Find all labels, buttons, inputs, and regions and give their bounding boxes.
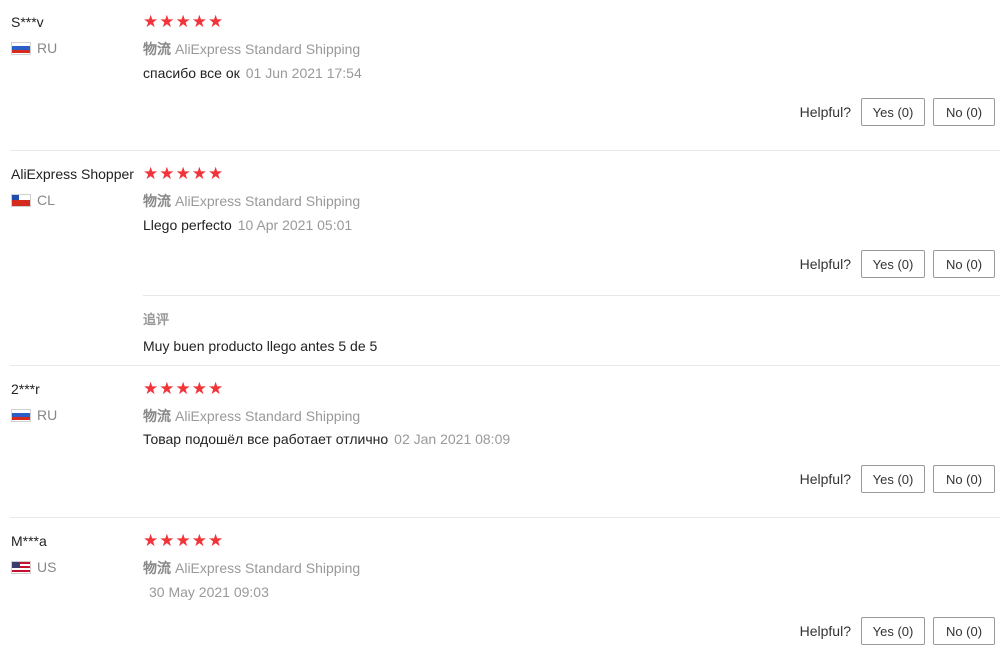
star-icon: ★ — [159, 379, 175, 399]
country-code: RU — [37, 407, 58, 423]
country-code: RU — [37, 40, 58, 56]
chile-flag-icon — [11, 193, 31, 207]
reviewer-name: 2***r — [11, 381, 40, 397]
shipping-method: AliExpress Standard Shipping — [175, 408, 361, 424]
helpful-label: Helpful? — [799, 623, 851, 639]
reviewer-name: M***a — [11, 533, 47, 549]
star-icon: ★ — [159, 12, 175, 32]
star-icon: ★ — [143, 531, 159, 551]
reviewer-name: S***v — [11, 14, 44, 30]
star-icon: ★ — [143, 12, 159, 32]
no-button[interactable]: No (0) — [933, 250, 995, 278]
review-text: Товар подошёл все работает отлично — [143, 431, 389, 447]
review-date: 30 May 2021 09:03 — [149, 584, 269, 600]
shipping-method: AliExpress Standard Shipping — [175, 560, 361, 576]
star-icon: ★ — [175, 164, 191, 184]
helpful-label: Helpful? — [799, 104, 851, 120]
review-date: 01 Jun 2021 17:54 — [245, 65, 362, 81]
star-icon: ★ — [159, 164, 175, 184]
review-text: Llego perfecto — [143, 217, 232, 233]
followup-label: 追评 — [143, 312, 170, 327]
review-content: 30 May 2021 09:03 — [143, 584, 269, 600]
shipping-info: 物流 AliExpress Standard Shipping — [143, 558, 360, 578]
shipping-label: 物流 — [143, 193, 171, 209]
shipping-info: 物流 AliExpress Standard Shipping — [143, 191, 360, 211]
star-rating: ★ ★ ★ ★ ★ — [143, 533, 223, 550]
shipping-label: 物流 — [143, 408, 171, 424]
review-divider — [10, 517, 1000, 518]
star-icon: ★ — [208, 531, 224, 551]
star-icon: ★ — [191, 379, 207, 399]
shipping-info: 物流 AliExpress Standard Shipping — [143, 406, 360, 426]
star-rating: ★ ★ ★ ★ ★ — [143, 166, 223, 183]
review-date: 02 Jan 2021 08:09 — [394, 431, 511, 447]
yes-button[interactable]: Yes (0) — [861, 250, 925, 278]
reviewer-country: US — [11, 559, 56, 575]
no-button[interactable]: No (0) — [933, 465, 995, 493]
review-content: Товар подошёл все работает отлично 02 Jan… — [143, 431, 510, 447]
review-divider — [10, 150, 1000, 151]
no-button[interactable]: No (0) — [933, 98, 995, 126]
star-rating: ★ ★ ★ ★ ★ — [143, 381, 223, 398]
helpful-label: Helpful? — [799, 471, 851, 487]
review-text: спасибо все ок — [143, 65, 240, 81]
review-content: спасибо все ок 01 Jun 2021 17:54 — [143, 65, 362, 81]
star-icon: ★ — [143, 164, 159, 184]
yes-button[interactable]: Yes (0) — [861, 617, 925, 645]
star-icon: ★ — [175, 379, 191, 399]
star-rating: ★ ★ ★ ★ ★ — [143, 14, 223, 31]
star-icon: ★ — [208, 12, 224, 32]
star-icon: ★ — [159, 531, 175, 551]
no-button[interactable]: No (0) — [933, 617, 995, 645]
russia-flag-icon — [11, 408, 31, 422]
helpful-votes: Helpful? Yes (0) No (0) — [800, 98, 995, 126]
helpful-label: Helpful? — [799, 256, 851, 272]
star-icon: ★ — [175, 12, 191, 32]
helpful-votes: Helpful? Yes (0) No (0) — [800, 250, 995, 278]
shipping-method: AliExpress Standard Shipping — [175, 41, 361, 57]
reviewer-country: RU — [11, 407, 57, 423]
star-icon: ★ — [175, 531, 191, 551]
country-code: US — [37, 559, 57, 575]
helpful-votes: Helpful? Yes (0) No (0) — [800, 465, 995, 493]
followup-text: Muy buen producto llego antes 5 de 5 — [143, 338, 378, 354]
star-icon: ★ — [143, 379, 159, 399]
us-flag-icon — [11, 560, 31, 574]
star-icon: ★ — [208, 164, 224, 184]
star-icon: ★ — [191, 531, 207, 551]
shipping-info: 物流 AliExpress Standard Shipping — [143, 39, 360, 59]
reviewer-name: AliExpress Shopper — [11, 166, 134, 182]
shipping-method: AliExpress Standard Shipping — [175, 193, 361, 209]
review-content: Llego perfecto 10 Apr 2021 05:01 — [143, 217, 352, 233]
review-divider — [10, 365, 1000, 366]
reviewer-country: RU — [11, 40, 57, 56]
country-code: CL — [37, 192, 55, 208]
helpful-votes: Helpful? Yes (0) No (0) — [800, 617, 995, 645]
reviewer-country: CL — [11, 192, 55, 208]
shipping-label: 物流 — [143, 560, 171, 576]
shipping-label: 物流 — [143, 41, 171, 57]
russia-flag-icon — [11, 41, 31, 55]
yes-button[interactable]: Yes (0) — [861, 465, 925, 493]
star-icon: ★ — [191, 164, 207, 184]
yes-button[interactable]: Yes (0) — [861, 98, 925, 126]
star-icon: ★ — [208, 379, 224, 399]
followup-divider — [143, 295, 1000, 296]
star-icon: ★ — [191, 12, 207, 32]
review-date: 10 Apr 2021 05:01 — [237, 217, 353, 233]
